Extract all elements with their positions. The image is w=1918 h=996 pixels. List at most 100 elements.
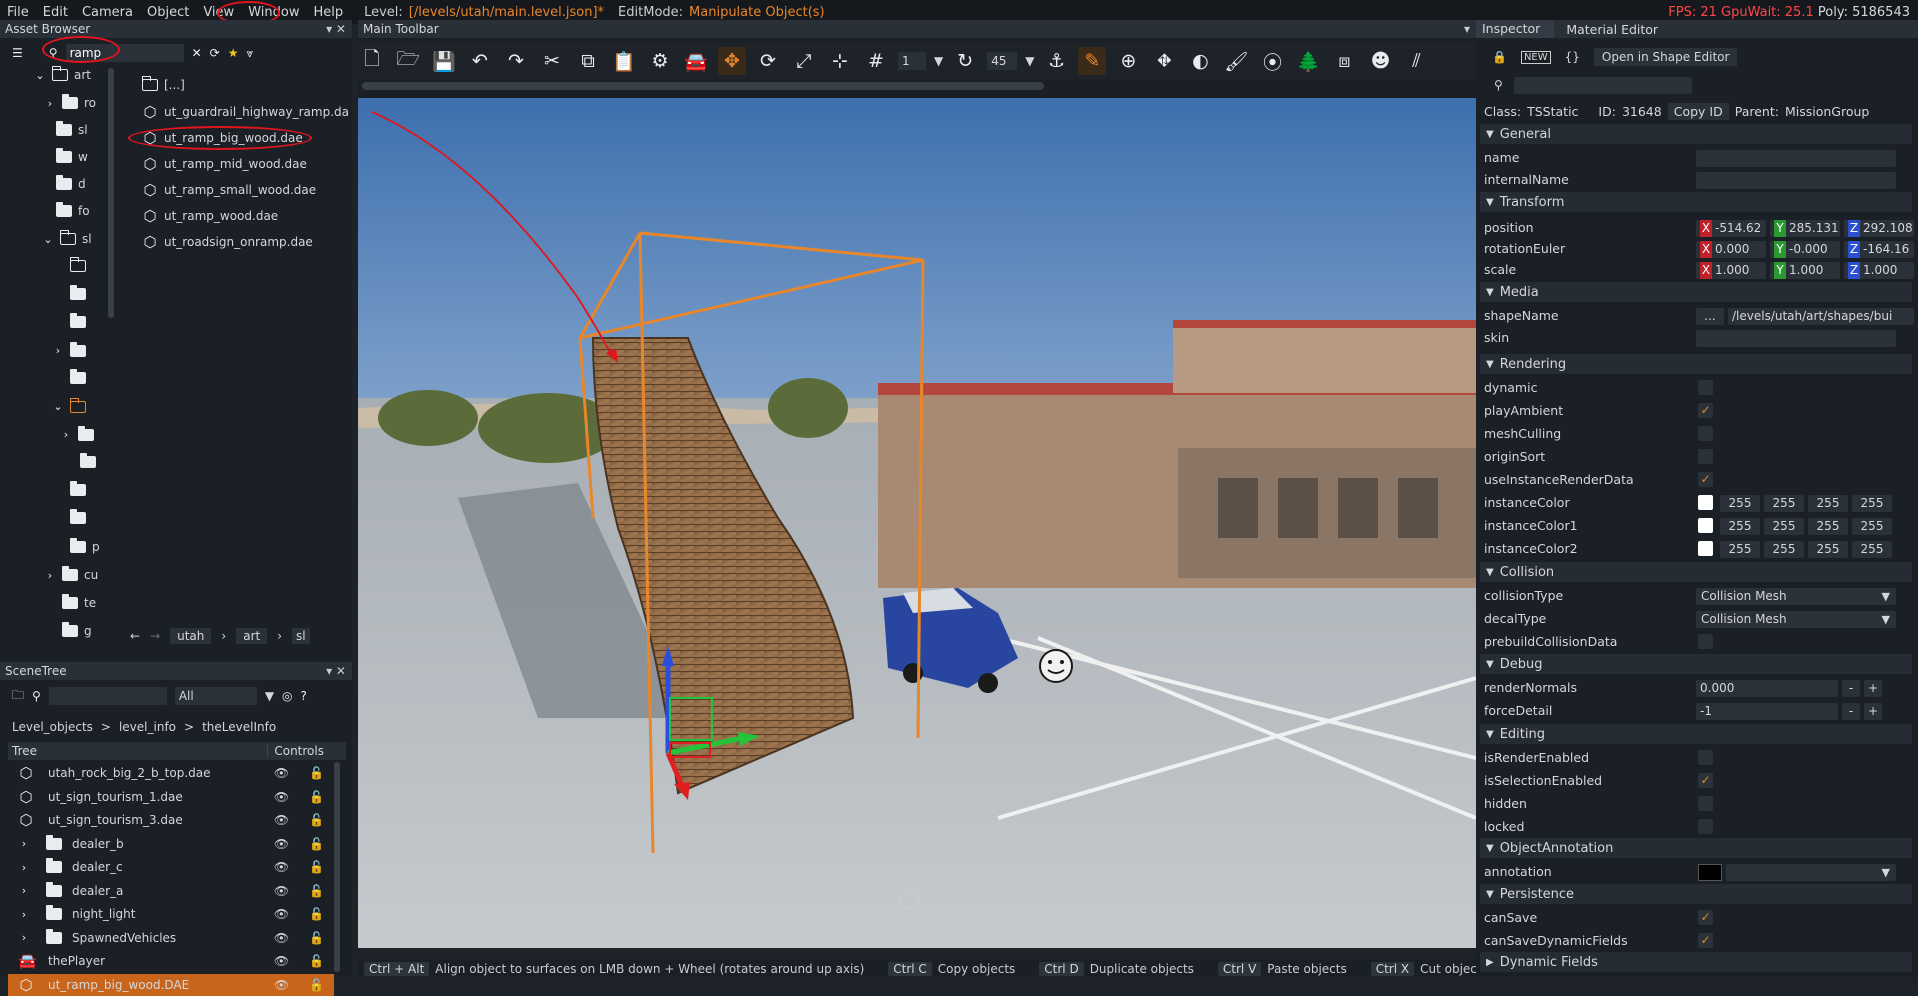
chevron-right-icon[interactable]: › [18,908,30,921]
filter-select[interactable]: All [174,687,257,705]
tree-row[interactable]: ⬡ utah_rock_big_2_b_top.dae 👁 🔓 [8,762,334,784]
tree-item[interactable]: sl [82,232,92,246]
tree-item[interactable]: te [84,596,96,610]
lock-icon[interactable]: 🔓 [309,931,324,945]
eye-icon[interactable]: 👁 [274,978,289,992]
menu-camera[interactable]: Camera [75,5,140,20]
menu-file[interactable]: File [0,5,36,20]
rotate-snap-icon[interactable]: ↻ [951,47,979,75]
tree-item[interactable]: ro [84,96,96,110]
section-general[interactable]: ▼ General [1480,124,1912,144]
tree-row[interactable]: › SpawnedVehicles 👁 🔓 [8,927,334,949]
position-y-input[interactable]: Y 285.131 [1770,220,1840,237]
section-dynamic-fields[interactable]: ▶ Dynamic Fields [1480,952,1912,972]
tree-item[interactable]: w [78,150,88,164]
color-channel-input[interactable]: 255 [1852,518,1892,535]
rotation-y-input[interactable]: Y -0.000 [1770,241,1840,258]
scene-scrollbar[interactable] [334,762,340,972]
new-file-icon[interactable]: 🗋 [358,47,386,75]
forward-icon[interactable]: → [150,629,160,643]
add-object-icon[interactable]: ⊕ [1114,47,1142,75]
rendernormals-input[interactable]: 0.000 [1696,680,1838,697]
increment-button[interactable]: + [1864,680,1882,697]
color-channel-input[interactable]: 255 [1720,518,1760,535]
color-channel-input[interactable]: 255 [1808,495,1848,512]
tree-row[interactable]: ⬡ ut_sign_tourism_1.dae 👁 🔓 [8,786,334,808]
isselectionenabled-checkbox[interactable]: ✓ [1698,773,1713,788]
collisiontype-select[interactable]: Collision Mesh ▼ [1696,588,1896,605]
tab-material-editor[interactable]: Material Editor [1554,22,1658,37]
file-item[interactable]: [...] [164,78,185,92]
gear-icon[interactable]: ⚙ [646,47,674,75]
ai-icon[interactable]: ☻ [1366,47,1394,75]
list-icon[interactable]: ☰ [12,46,23,60]
hidden-checkbox[interactable] [1698,796,1713,811]
tree-row[interactable]: › dealer_c 👁 🔓 [8,856,334,878]
drop-to-ground-icon[interactable]: ⚓ [1042,47,1070,75]
section-collision[interactable]: ▼ Collision [1480,562,1912,582]
file-item[interactable]: ut_guardrail_highway_ramp.da [164,105,349,119]
back-icon[interactable]: ← [130,629,140,643]
increment-button[interactable]: + [1864,703,1882,720]
broadcast-icon[interactable]: ◎ [282,689,292,703]
decaltype-select[interactable]: Collision Mesh ▼ [1696,611,1896,628]
rotation-x-input[interactable]: X 0.000 [1696,241,1766,258]
refresh-icon[interactable]: ⟳ [210,46,220,60]
tree-item[interactable]: art [74,68,91,82]
scale-z-input[interactable]: Z 1.000 [1844,262,1914,279]
color-channel-input[interactable]: 255 [1720,495,1760,512]
lock-icon[interactable]: 🔒 [1492,50,1507,64]
tree-item[interactable]: g [84,624,92,638]
tree-item[interactable]: d [78,177,86,191]
playambient-checkbox[interactable]: ✓ [1698,403,1713,418]
section-rendering[interactable]: ▼ Rendering [1480,354,1912,374]
color-channel-input[interactable]: 255 [1764,495,1804,512]
lock-icon[interactable]: 🔓 [309,907,324,921]
new-icon[interactable]: NEW [1520,50,1551,64]
rotation-z-input[interactable]: Z -164.16 [1844,241,1914,258]
lock-icon[interactable]: 🔓 [309,790,324,804]
meshculling-checkbox[interactable] [1698,426,1713,441]
scale-x-input[interactable]: X 1.000 [1696,262,1766,279]
chevron-right-icon[interactable]: › [18,931,30,944]
panel-controls[interactable]: ▾ ✕ [326,22,346,36]
copy-id-button[interactable]: Copy ID [1667,102,1729,120]
pencil-icon[interactable]: ✎ [1078,47,1107,75]
tree-item[interactable]: cu [84,568,98,582]
tree-row[interactable]: ⬡ ut_sign_tourism_3.dae 👁 🔓 [8,809,334,831]
eye-icon[interactable]: 👁 [274,907,289,921]
shape-browse-button[interactable]: ... [1696,308,1724,325]
name-input[interactable] [1696,150,1896,167]
isrenderenabled-checkbox[interactable] [1698,750,1713,765]
vehicle-icon[interactable]: 🚘 [682,47,710,75]
tab-inspector[interactable]: Inspector [1476,20,1555,38]
tree-scrollbar[interactable] [108,68,114,318]
rotate-icon[interactable]: ⟳ [754,47,782,75]
menu-edit[interactable]: Edit [36,5,75,20]
color-swatch[interactable] [1698,495,1713,510]
section-editing[interactable]: ▼ Editing [1480,724,1912,744]
section-persistence[interactable]: ▼ Persistence [1480,884,1912,904]
road-icon[interactable]: ⛖ [1150,47,1178,75]
breadcrumb-item[interactable]: sl [292,628,310,644]
spawn-point-icon[interactable] [1039,649,1073,683]
scale-icon[interactable]: ⤢ [790,47,818,75]
chevron-down-icon[interactable]: ▼ [265,689,274,703]
paint-icon[interactable]: 🖌 [1222,47,1250,75]
eye-icon[interactable]: 👁 [274,860,289,874]
color-channel-input[interactable]: 255 [1720,541,1760,558]
help-icon[interactable]: ? [301,689,307,703]
move-icon[interactable]: ✥ [718,47,746,75]
section-debug[interactable]: ▼ Debug [1480,654,1912,674]
scale-y-input[interactable]: Y 1.000 [1770,262,1840,279]
scene-search-input[interactable] [48,687,167,705]
eye-icon[interactable]: 👁 [274,766,289,780]
color-channel-input[interactable]: 255 [1808,541,1848,558]
inspector-search-input[interactable] [1514,77,1692,94]
lock-icon[interactable]: 🔓 [309,766,324,780]
tree-item[interactable]: sl [78,123,88,137]
eye-icon[interactable]: 👁 [274,931,289,945]
annotation-select[interactable]: ▼ [1726,864,1896,881]
originsort-checkbox[interactable] [1698,449,1713,464]
color-swatch[interactable] [1698,541,1713,556]
